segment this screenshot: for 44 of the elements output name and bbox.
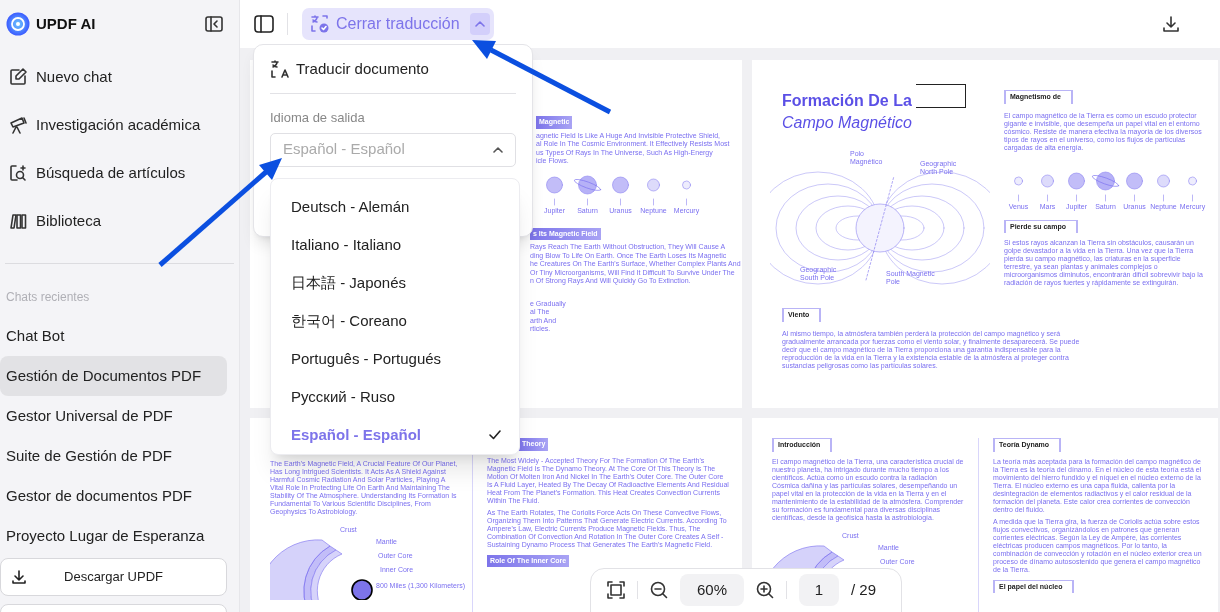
page-count: / 29 xyxy=(851,579,877,600)
chat-item[interactable]: Suite de Gestión de PDF xyxy=(0,436,227,476)
language-option[interactable]: Italiano - Italiano xyxy=(271,226,519,264)
field-label: Idioma de salida xyxy=(270,109,366,127)
nav-item[interactable]: Biblioteca xyxy=(0,197,239,245)
chevron-icon xyxy=(493,146,503,153)
title-frame xyxy=(916,84,966,108)
collapse-sidebar-button[interactable] xyxy=(205,16,223,32)
translate-icon xyxy=(310,14,330,34)
books-icon xyxy=(8,211,28,231)
chat-item[interactable]: Gestor Universal de PDF xyxy=(0,396,227,436)
nav-item[interactable]: Nuevo chat xyxy=(0,53,239,101)
pencil-square-icon xyxy=(8,67,28,87)
download-button[interactable]: Descargar UPDF xyxy=(0,558,227,596)
section-heading: Chats recientes xyxy=(5,289,91,304)
telescope-icon xyxy=(8,115,28,135)
download-icon xyxy=(11,569,27,585)
logo-icon xyxy=(6,12,30,36)
chat-item[interactable]: Gestión de Documentos PDF xyxy=(0,356,227,396)
language-option[interactable]: Português - Portugués xyxy=(271,340,519,378)
chat-item[interactable]: Proyecto Lugar de Esperanza xyxy=(0,516,227,556)
language-option[interactable]: 日本語 - Japonés xyxy=(271,264,519,302)
nav-item[interactable]: Investigación académica xyxy=(0,101,239,149)
language-option[interactable]: 한국어 - Coreano xyxy=(271,302,519,340)
page-number-field[interactable]: 1 xyxy=(799,574,839,606)
zoom-level-field[interactable]: 60% xyxy=(680,574,744,606)
check-icon xyxy=(489,430,501,440)
language-option[interactable]: Español - Español xyxy=(271,416,519,454)
zoom-in-button[interactable] xyxy=(756,581,774,599)
panel-toggle-button[interactable] xyxy=(254,15,274,33)
translate-icon xyxy=(270,59,290,79)
nav-item[interactable]: Búsqueda de artículos xyxy=(0,149,239,197)
chat-item[interactable]: Chat Bot xyxy=(0,316,227,356)
document-subtitle: Campo Magnético xyxy=(782,113,912,133)
app-name: UPDF AI xyxy=(36,13,96,34)
language-option[interactable]: Deutsch - Alemán xyxy=(271,188,519,226)
download-icon[interactable] xyxy=(1162,15,1180,33)
fit-page-button[interactable] xyxy=(607,581,625,599)
language-option[interactable]: Русский - Ruso xyxy=(271,378,519,416)
document-title: Formación De La xyxy=(782,91,912,111)
zoom-out-button[interactable] xyxy=(650,581,668,599)
document-search-icon xyxy=(8,163,28,183)
chat-item[interactable]: Gestor de documentos PDF xyxy=(0,476,227,516)
panel-title: Traducir documento xyxy=(296,58,429,79)
